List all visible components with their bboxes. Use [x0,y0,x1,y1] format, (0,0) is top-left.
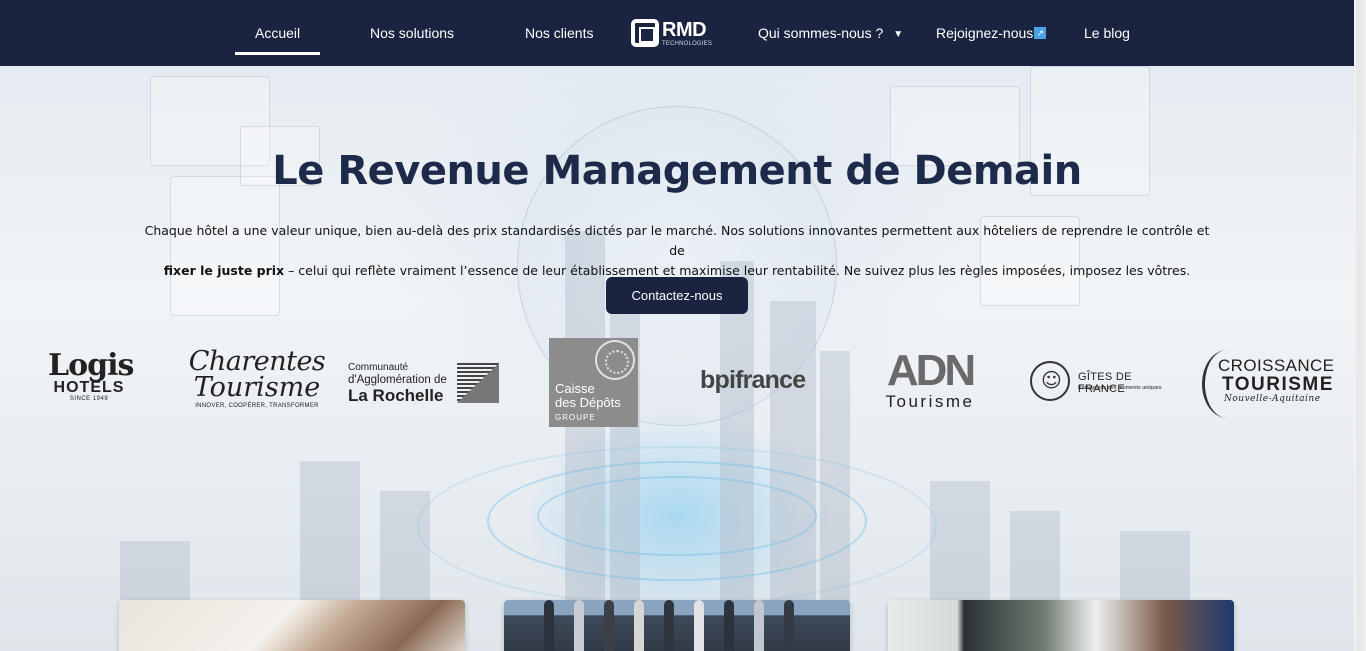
chevron-down-icon: ▼ [893,29,904,40]
feature-card-image[interactable] [504,600,850,651]
hologram-ring-decoration [417,446,937,606]
stripes-emblem-icon [457,363,499,403]
charentes-tagline: INNOVER, COOPÉRER, TRANSFORMER [195,403,319,409]
external-link-icon: ↗ [1034,27,1047,39]
logo-name: RMD [662,18,707,41]
cdc-line2: des Dépôts [555,395,621,410]
croissance-line3: Nouvelle-Aquitaine [1224,394,1321,404]
logis-since: SINCE 1949 [69,396,109,402]
logis-hotels: HOTELS [53,379,125,396]
contact-button[interactable]: Contactez-nous [606,277,748,314]
partner-logo-gites-de-france: GÎTES DE FRANCE Partageons des moments u… [1030,361,1175,401]
hero-description: Chaque hôtel a une valeur unique, bien a… [140,221,1214,281]
partner-logo-caisse-des-depots: Caisse des Dépôts GROUPE [549,338,638,427]
gites-line1: GÎTES DE FRANCE [1078,371,1132,395]
cdc-groupe: GROUPE [555,413,596,422]
hero-description-bold: fixer le juste prix [163,263,285,278]
charentes-line1: Charentes [188,346,326,377]
partner-logo-charentes-tourisme: Charentes Tourisme INNOVER, COOPÉRER, TR… [176,348,338,409]
hero-title: Le Revenue Management de Demain [272,148,1082,194]
nav-item-qui-sommes-nous[interactable]: Qui sommes-nous ? ▼ [758,0,903,66]
feature-card-image[interactable] [119,600,465,651]
partner-logo-adn-tourisme: ADN Tourisme [876,346,984,411]
partner-logo-la-rochelle: Communauté d'Agglomération de La Rochell… [348,362,503,405]
nav-item-label: Rejoignez-nous [936,25,1034,41]
charentes-line2: Tourisme [193,372,321,403]
nav-item-nos-clients[interactable]: Nos clients [525,0,593,66]
rmd-logo-mark-icon [631,19,659,47]
page-scrollbar[interactable] [1354,0,1366,651]
rmd-logo[interactable]: RMD TECHNOLOGIES [631,19,712,47]
logis-name: Logis [48,348,134,383]
gites-tagline: Partageons des moments uniques [1078,385,1162,391]
hero-section: Le Revenue Management de Demain Chaque h… [0,66,1354,651]
partner-logo-bpifrance: bpifrance [700,366,806,394]
nav-item-rejoignez-nous[interactable]: Rejoignez-nous ↗ [936,0,1047,66]
croissance-line2: TOURISME [1222,374,1334,395]
nav-item-label: Qui sommes-nous ? [758,25,884,41]
nav-item-nos-solutions[interactable]: Nos solutions [370,0,454,66]
gites-emblem-icon [1030,361,1070,401]
partner-logo-croissance-tourisme: CROISSANCE TOURISME Nouvelle-Aquitaine [1202,350,1334,418]
logo-subtitle: TECHNOLOGIES [662,40,713,47]
hero-description-part2: – celui qui reflète vraiment l’essence d… [284,263,1191,278]
top-navigation: Accueil Nos solutions Nos clients RMD TE… [0,0,1354,66]
cdc-line1: Caisse [555,381,595,396]
hero-description-part1: Chaque hôtel a une valeur unique, bien a… [144,223,1210,258]
croissance-line1: CROISSANCE [1218,356,1335,375]
adn-line2: Tourisme [885,392,975,411]
adn-line1: ADN [886,346,976,395]
seal-icon [595,340,635,380]
scrollbar-thumb[interactable] [1356,0,1364,651]
partner-logo-logis-hotels: Logis HOTELS SINCE 1949 [48,348,134,403]
feature-card-image[interactable] [888,600,1234,651]
nav-item-accueil[interactable]: Accueil [234,0,321,66]
nav-item-le-blog[interactable]: Le blog [1084,0,1130,66]
